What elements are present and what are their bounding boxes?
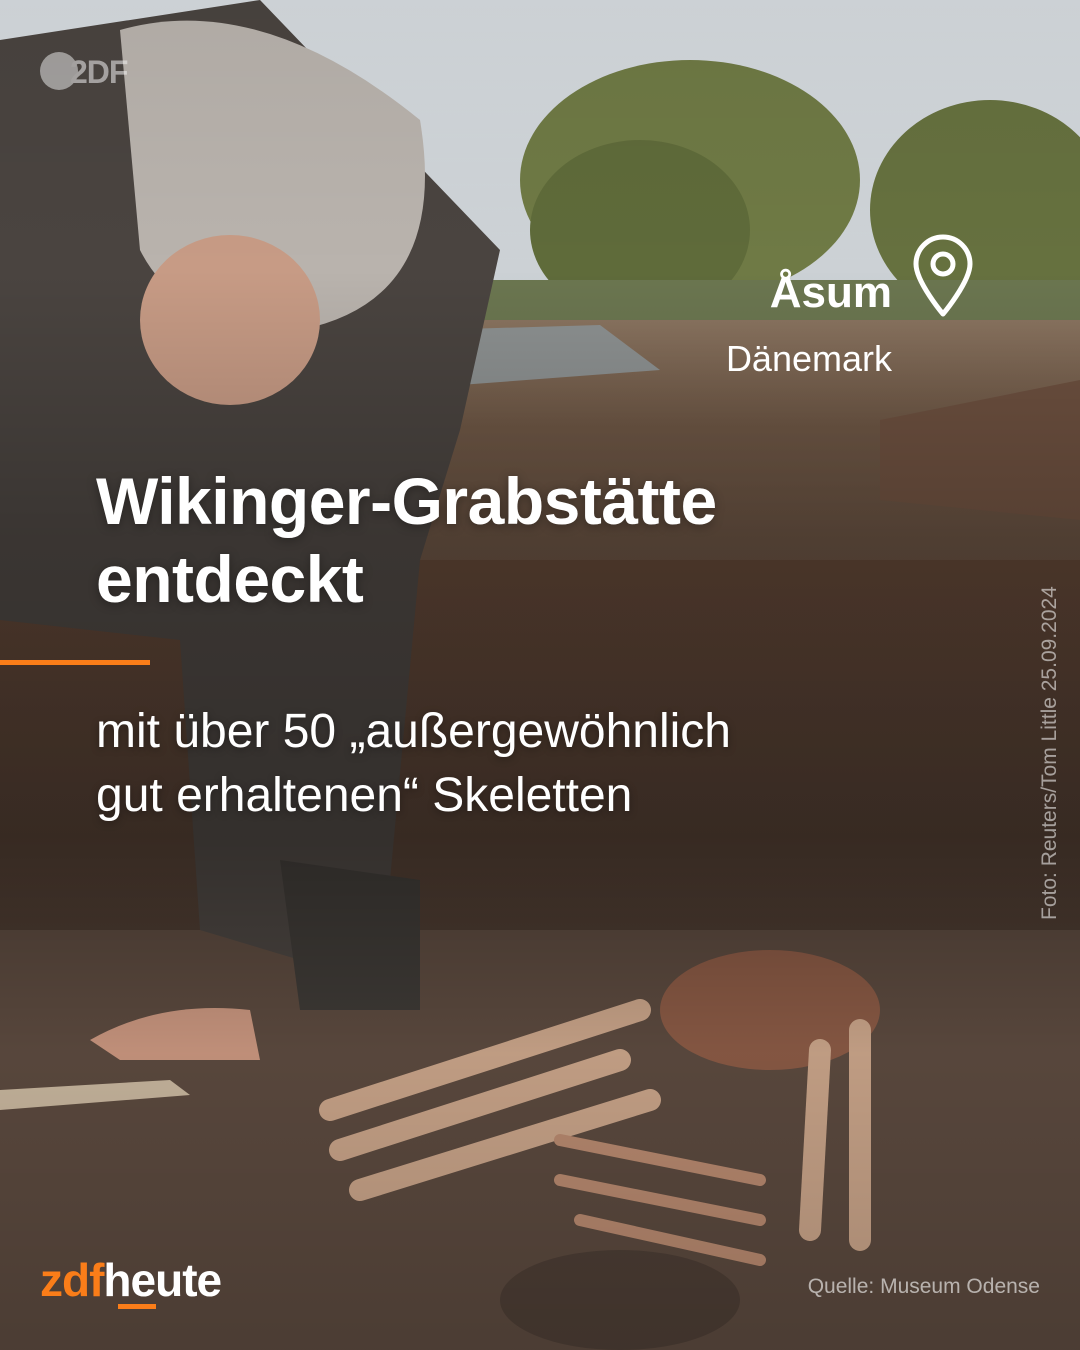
news-post: 2DF Foto: Reuters/Tom Little 25.09.2024 … — [0, 0, 1080, 1350]
location-name: Åsum — [769, 268, 892, 317]
location-pin-icon — [913, 234, 973, 317]
brand-underline — [118, 1304, 156, 1309]
zdf-watermark-logo: 2DF — [40, 52, 130, 92]
headline-line-2: entdeckt — [96, 542, 364, 616]
subheadline-line-2: gut erhaltenen“ Skeletten — [96, 769, 633, 822]
subheadline-line-1: mit über 50 „außergewöhnlich — [96, 705, 731, 758]
photo-credit: Foto: Reuters/Tom Little 25.09.2024 — [1038, 586, 1061, 920]
headline: Wikinger-Grabstätte entdeckt — [96, 462, 996, 618]
source-note: Quelle: Museum Odense — [807, 1275, 1040, 1298]
accent-divider — [0, 660, 150, 665]
headline-line-1: Wikinger-Grabstätte — [96, 464, 717, 538]
zdfheute-logo: zdfheute — [40, 1253, 222, 1307]
brand-zdf: zdf — [40, 1254, 104, 1306]
brand-heute: heute — [103, 1254, 222, 1306]
photo-shade — [0, 0, 1080, 1350]
location-country: Dänemark — [725, 338, 892, 379]
subheadline: mit über 50 „außergewöhnlich gut erhalte… — [96, 700, 1016, 828]
